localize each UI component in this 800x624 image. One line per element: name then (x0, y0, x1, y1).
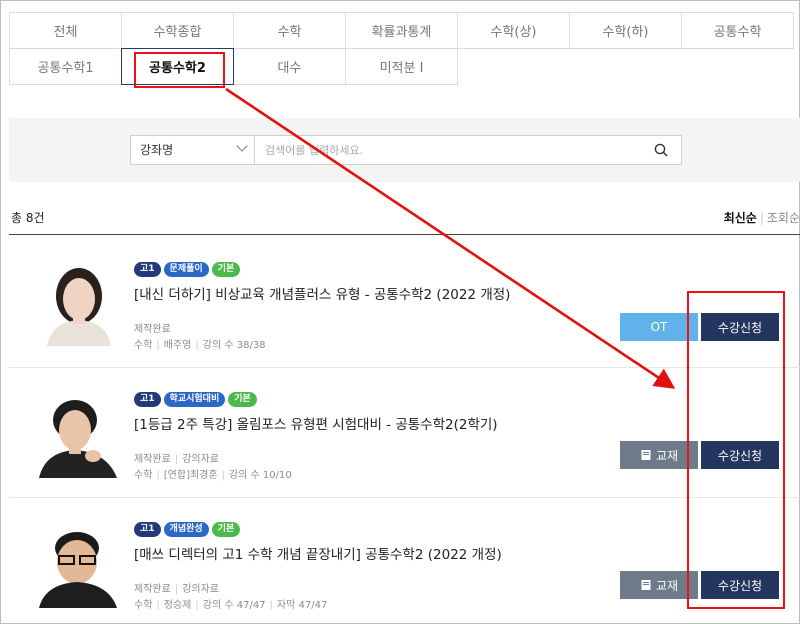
search-box (254, 135, 682, 165)
course-subject: 수학 (134, 470, 153, 481)
search-area: 강좌명 (9, 118, 800, 182)
course-subtitles: 자막 47/47 (276, 600, 328, 611)
course-status: 제작완료 (134, 584, 171, 595)
tag-grade: 고1 (134, 392, 161, 407)
sort-divider: | (759, 211, 764, 225)
course-status: 제작완료 (134, 454, 171, 465)
course-status-row: 제작완료 | 강의자료 (134, 454, 219, 465)
textbook-button-label: 교재 (655, 448, 679, 463)
course-teacher[interactable]: 배주영 (164, 340, 192, 351)
tag-grade: 고1 (134, 522, 161, 537)
course-item: 고1 개념완성 기본 [매쓰 디렉터의 고1 수학 개념 끝장내기] 공통수학2… (9, 498, 800, 624)
tab-math-upper[interactable]: 수학(상) (457, 12, 570, 49)
tag-type: 개념완성 (163, 522, 209, 537)
course-title[interactable]: [1등급 2주 특강] 올림포스 유형편 시험대비 - 공통수학2(2학기) (134, 413, 498, 433)
course-tags: 고1 개념완성 기본 (134, 522, 241, 537)
course-title[interactable]: [매쓰 디렉터의 고1 수학 개념 끝장내기] 공통수학2 (2022 개정) (134, 543, 502, 563)
tab-math-lower[interactable]: 수학(하) (569, 12, 682, 49)
sort-latest[interactable]: 최신순 (724, 211, 757, 225)
course-meta: 수학 | [연합]최경훈 | 강의 수 10/10 (134, 470, 292, 481)
course-subject: 수학 (134, 340, 153, 351)
tag-level: 기본 (211, 262, 241, 277)
course-status: 제작완료 (134, 324, 171, 335)
ot-button-label: OT (650, 320, 668, 334)
course-tags: 고1 문제풀이 기본 (134, 262, 241, 277)
list-top-divider (9, 234, 800, 235)
category-tabs: 전체 수학종합 수학 확률과통계 수학(상) 수학(하) 공통수학 공통수학1 … (9, 12, 800, 85)
sort-views[interactable]: 조회순 (767, 211, 800, 225)
course-item: 고1 문제풀이 기본 [내신 더하기] 비상교육 개념플러스 유형 - 공통수학… (9, 238, 800, 368)
tab-math-general[interactable]: 수학종합 (121, 12, 234, 49)
book-icon (641, 450, 651, 460)
result-count: 총 8건 (11, 211, 45, 225)
course-lectures: 강의 수 47/47 (202, 600, 266, 611)
teacher-photo (37, 520, 119, 608)
course-item: 고1 학교시험대비 기본 [1등급 2주 특강] 올림포스 유형편 시험대비 -… (9, 368, 800, 498)
tab-row-1: 전체 수학종합 수학 확률과통계 수학(상) 수학(하) 공통수학 (9, 12, 800, 49)
tab-common-math-1[interactable]: 공통수학1 (9, 48, 122, 85)
tab-calculus-1[interactable]: 미적분 I (345, 48, 458, 85)
sort-options: 최신순 | 조회순 (724, 209, 800, 226)
annotation-highlight-buttons (687, 291, 785, 609)
course-title[interactable]: [내신 더하기] 비상교육 개념플러스 유형 - 공통수학2 (2022 개정) (134, 283, 510, 303)
tag-grade: 고1 (134, 262, 161, 277)
course-teacher[interactable]: 정승제 (164, 600, 192, 611)
tab-probability-statistics[interactable]: 확률과통계 (345, 12, 458, 49)
chevron-down-icon (236, 140, 248, 152)
teacher-photo (39, 258, 119, 346)
course-material[interactable]: 강의자료 (182, 584, 219, 595)
tab-algebra[interactable]: 대수 (233, 48, 346, 85)
tab-common-math[interactable]: 공통수학 (681, 12, 794, 49)
search-input[interactable] (255, 136, 635, 164)
search-type-value: 강좌명 (140, 143, 174, 157)
course-meta: 수학 | 배주영 | 강의 수 38/38 (134, 340, 266, 351)
annotation-highlight-tab (134, 52, 225, 88)
course-status-row: 제작완료 | 강의자료 (134, 584, 219, 595)
course-tags: 고1 학교시험대비 기본 (134, 392, 257, 407)
course-meta: 수학 | 정승제 | 강의 수 47/47 | 자막 47/47 (134, 600, 328, 611)
search-icon[interactable] (654, 143, 668, 157)
course-subject: 수학 (134, 600, 153, 611)
course-material[interactable]: 강의자료 (182, 454, 219, 465)
search-type-select[interactable]: 강좌명 (130, 135, 255, 165)
book-icon (641, 580, 651, 590)
tab-math[interactable]: 수학 (233, 12, 346, 49)
tag-type: 문제풀이 (163, 262, 209, 277)
course-lectures: 강의 수 10/10 (228, 470, 292, 481)
textbook-button-label: 교재 (655, 578, 679, 593)
tab-all[interactable]: 전체 (9, 12, 122, 49)
tab-row-2: 공통수학1 공통수학2 대수 미적분 I (9, 48, 800, 85)
tag-type: 학교시험대비 (163, 392, 226, 407)
tag-level: 기본 (228, 392, 257, 407)
course-lectures: 강의 수 38/38 (202, 340, 266, 351)
tag-level: 기본 (211, 522, 241, 537)
teacher-photo (37, 390, 121, 478)
course-teacher[interactable]: [연합]최경훈 (164, 470, 218, 481)
